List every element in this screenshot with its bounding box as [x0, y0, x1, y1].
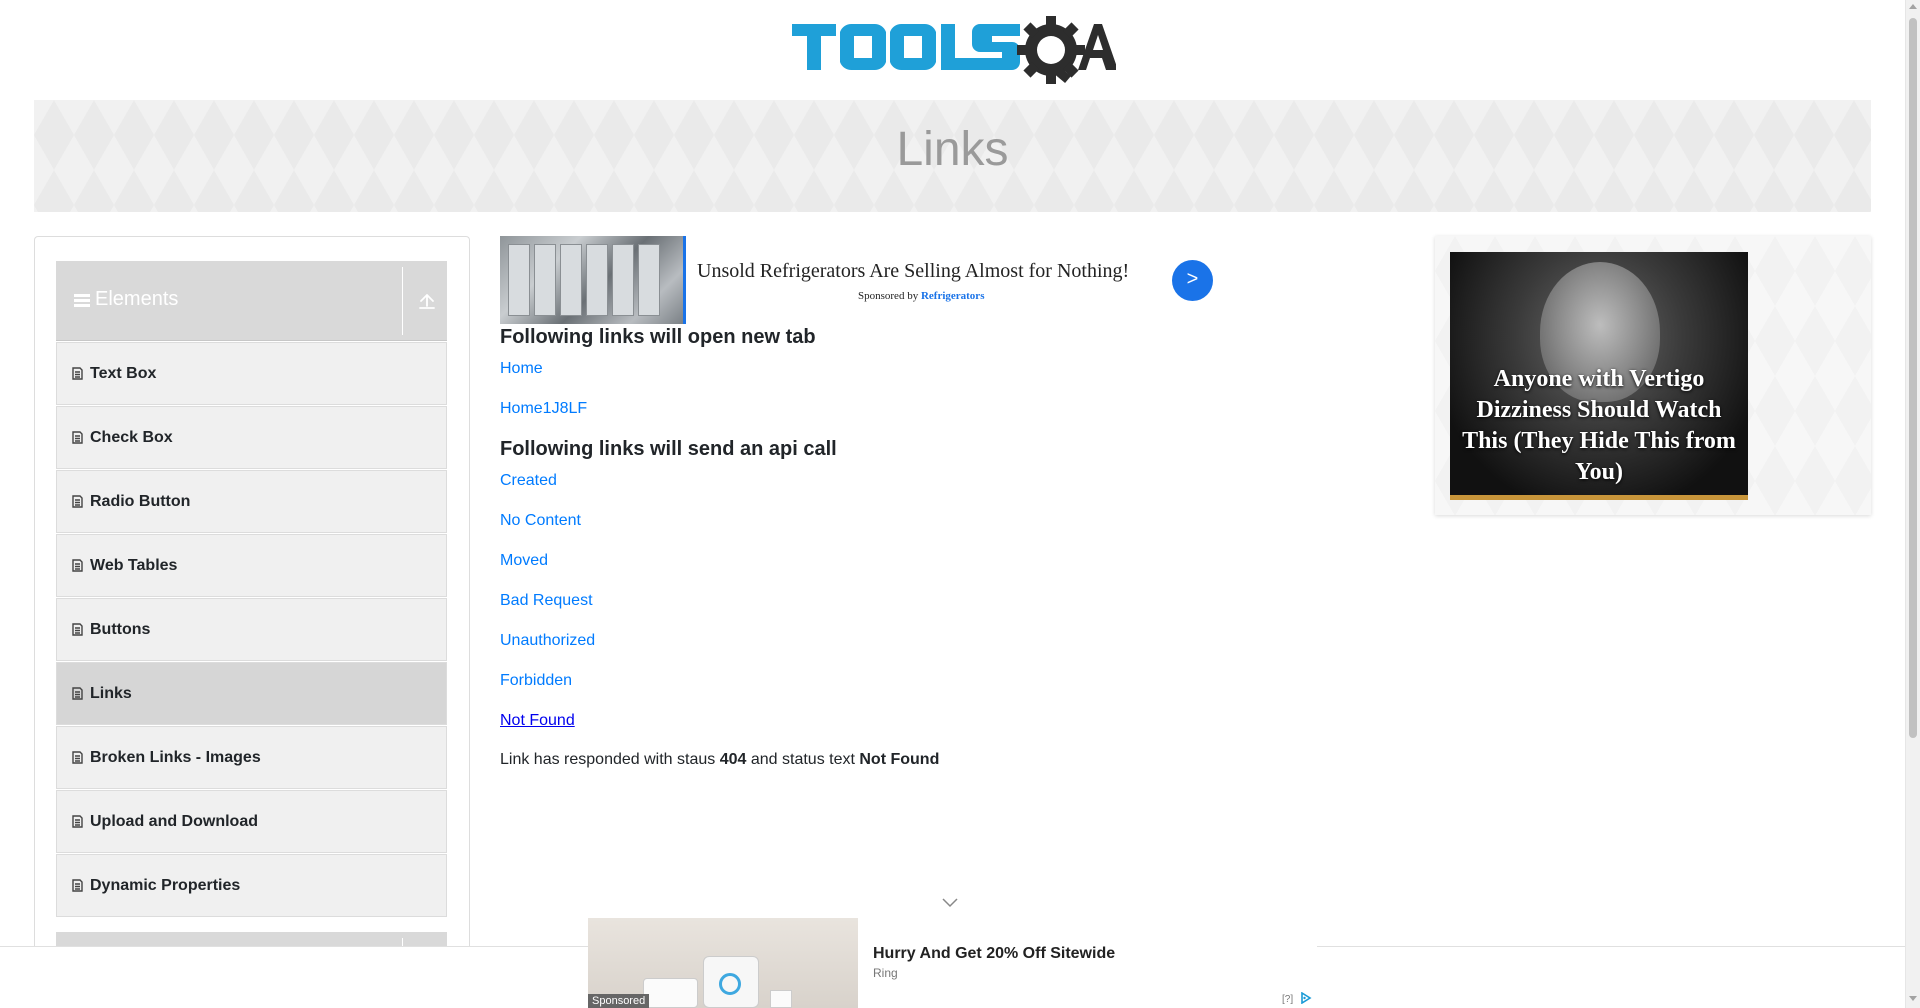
- bottom-ad-headline[interactable]: Hurry And Get 20% Off Sitewide: [873, 945, 1115, 963]
- fridge-shape: [612, 244, 634, 316]
- api-section-title: Following links will send an api call: [500, 438, 837, 460]
- sensor-shape: [770, 990, 792, 1008]
- document-icon: [72, 495, 83, 508]
- refrigerators-ad-image[interactable]: [500, 236, 686, 324]
- sidebar-item-links[interactable]: Links: [56, 662, 447, 725]
- fridge-shape: [560, 244, 582, 316]
- ad-arrow-button[interactable]: >: [1172, 260, 1213, 301]
- sidebar-item-label: Check Box: [90, 429, 173, 446]
- ad-sponsor-line: Sponsored by Refrigerators: [858, 290, 984, 302]
- sidebar-item-dynamic-properties[interactable]: Dynamic Properties: [56, 854, 447, 917]
- fridge-shape: [508, 244, 530, 316]
- home-link[interactable]: Home: [500, 360, 543, 378]
- dynamic-home-link[interactable]: Home1J8LF: [500, 400, 587, 418]
- document-icon: [72, 431, 83, 444]
- sidebar-item-label: Dynamic Properties: [90, 877, 241, 894]
- no-content-link[interactable]: No Content: [500, 512, 581, 530]
- sidebar-item-label: Broken Links - Images: [90, 749, 261, 766]
- bad-request-link[interactable]: Bad Request: [500, 592, 593, 610]
- sidebar-item-label: Links: [90, 685, 132, 702]
- unauthorized-link[interactable]: Unauthorized: [500, 632, 595, 650]
- chevron-down-icon[interactable]: [942, 898, 958, 908]
- sidebar-item-broken-links[interactable]: Broken Links - Images: [56, 726, 447, 789]
- sidebar-item-label: Web Tables: [90, 557, 178, 574]
- sponsored-by-label: Sponsored by: [858, 290, 919, 302]
- moved-link[interactable]: Moved: [500, 552, 548, 570]
- sidebar-item-buttons[interactable]: Buttons: [56, 598, 447, 661]
- not-found-link[interactable]: Not Found: [500, 712, 575, 730]
- document-icon: [72, 559, 83, 572]
- document-icon: [72, 623, 83, 636]
- response-prefix: Link has responded with staus: [500, 751, 716, 768]
- site-header: [0, 0, 1905, 100]
- fridge-shape: [638, 244, 660, 316]
- page-title: Links: [896, 123, 1009, 176]
- response-status-code: 404: [719, 751, 747, 768]
- sidebar-item-web-tables[interactable]: Web Tables: [56, 534, 447, 597]
- ring-ad-image[interactable]: Sponsored: [588, 918, 858, 1008]
- ad-headline[interactable]: Unsold Refrigerators Are Selling Almost …: [697, 260, 1129, 283]
- left-sidebar: Elements Text Box Check Box Radio Button…: [34, 236, 470, 1008]
- document-icon: [72, 687, 83, 700]
- sidebar-item-label: Text Box: [90, 365, 157, 382]
- adchoices-icon[interactable]: [1300, 992, 1312, 1004]
- ad-info-link[interactable]: [?]: [1282, 994, 1293, 1005]
- scroll-up-arrow-icon[interactable]: [1909, 4, 1917, 9]
- ad-headline[interactable]: Anyone with Vertigo Dizziness Should Wat…: [1450, 364, 1748, 488]
- sidebar-item-label: Buttons: [90, 621, 151, 638]
- keypad-shape: [643, 978, 698, 1008]
- sidebar-item-upload-download[interactable]: Upload and Download: [56, 790, 447, 853]
- fridge-shape: [586, 244, 608, 316]
- sidebar-item-check-box[interactable]: Check Box: [56, 406, 447, 469]
- sponsored-tag: Sponsored: [588, 994, 650, 1008]
- document-icon: [72, 751, 83, 764]
- fridge-shape: [534, 244, 556, 316]
- right-side-ad[interactable]: Anyone with Vertigo Dizziness Should Wat…: [1435, 236, 1871, 515]
- header-divider: [402, 267, 403, 335]
- sidebar-item-label: Upload and Download: [90, 813, 258, 830]
- document-icon: [72, 815, 83, 828]
- forbidden-link[interactable]: Forbidden: [500, 672, 572, 690]
- response-middle: and status text: [750, 751, 855, 768]
- bottom-ad-brand: Ring: [873, 966, 898, 980]
- new-tab-section-title: Following links will open new tab: [500, 326, 816, 348]
- hamburger-icon: [74, 294, 90, 307]
- document-icon: [72, 879, 83, 892]
- page-banner: Links: [34, 100, 1871, 212]
- collapse-up-icon[interactable]: [416, 289, 438, 313]
- group-header-elements[interactable]: Elements: [56, 261, 447, 341]
- sidebar-item-label: Radio Button: [90, 493, 191, 510]
- sidebar-item-text-box[interactable]: Text Box: [56, 342, 447, 405]
- created-link[interactable]: Created: [500, 472, 557, 490]
- link-response-message: Link has responded with staus 404 and st…: [500, 751, 939, 769]
- bottom-sponsored-ad[interactable]: Sponsored Hurry And Get 20% Off Sitewide…: [588, 918, 1317, 1008]
- sponsored-ad-banner[interactable]: Unsold Refrigerators Are Selling Almost …: [500, 236, 1214, 324]
- sidebar-item-radio-button[interactable]: Radio Button: [56, 470, 447, 533]
- document-icon: [72, 367, 83, 380]
- ad-sponsor-name[interactable]: Refrigerators: [921, 290, 985, 302]
- scrollbar-thumb[interactable]: [1909, 18, 1917, 738]
- group-title: Elements: [95, 288, 179, 310]
- scroll-down-arrow-icon[interactable]: [1909, 996, 1917, 1001]
- ring-shape: [719, 973, 741, 995]
- vertical-scrollbar[interactable]: [1905, 0, 1920, 1008]
- response-status-text: Not Found: [859, 751, 940, 768]
- toolsqa-logo[interactable]: [792, 14, 1116, 92]
- vertigo-ad-card[interactable]: Anyone with Vertigo Dizziness Should Wat…: [1450, 252, 1748, 500]
